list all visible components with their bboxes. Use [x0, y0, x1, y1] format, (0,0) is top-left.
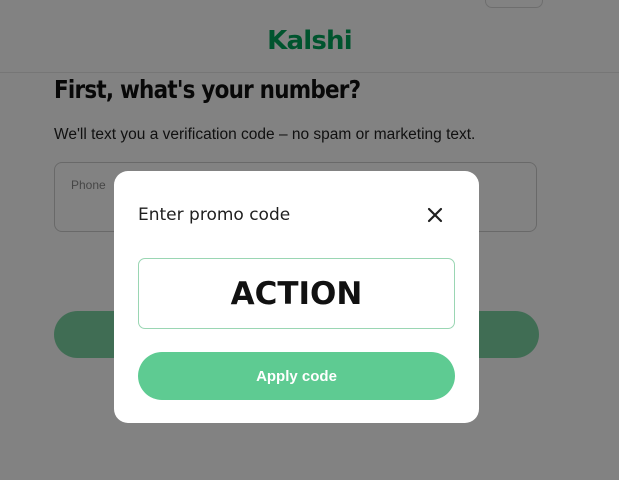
modal-title: Enter promo code [138, 205, 291, 225]
promo-code-modal: Enter promo code Apply code [114, 171, 479, 423]
promo-code-input[interactable] [138, 258, 455, 329]
apply-code-button[interactable]: Apply code [138, 352, 455, 400]
close-icon [427, 207, 443, 223]
close-button[interactable] [422, 202, 448, 228]
